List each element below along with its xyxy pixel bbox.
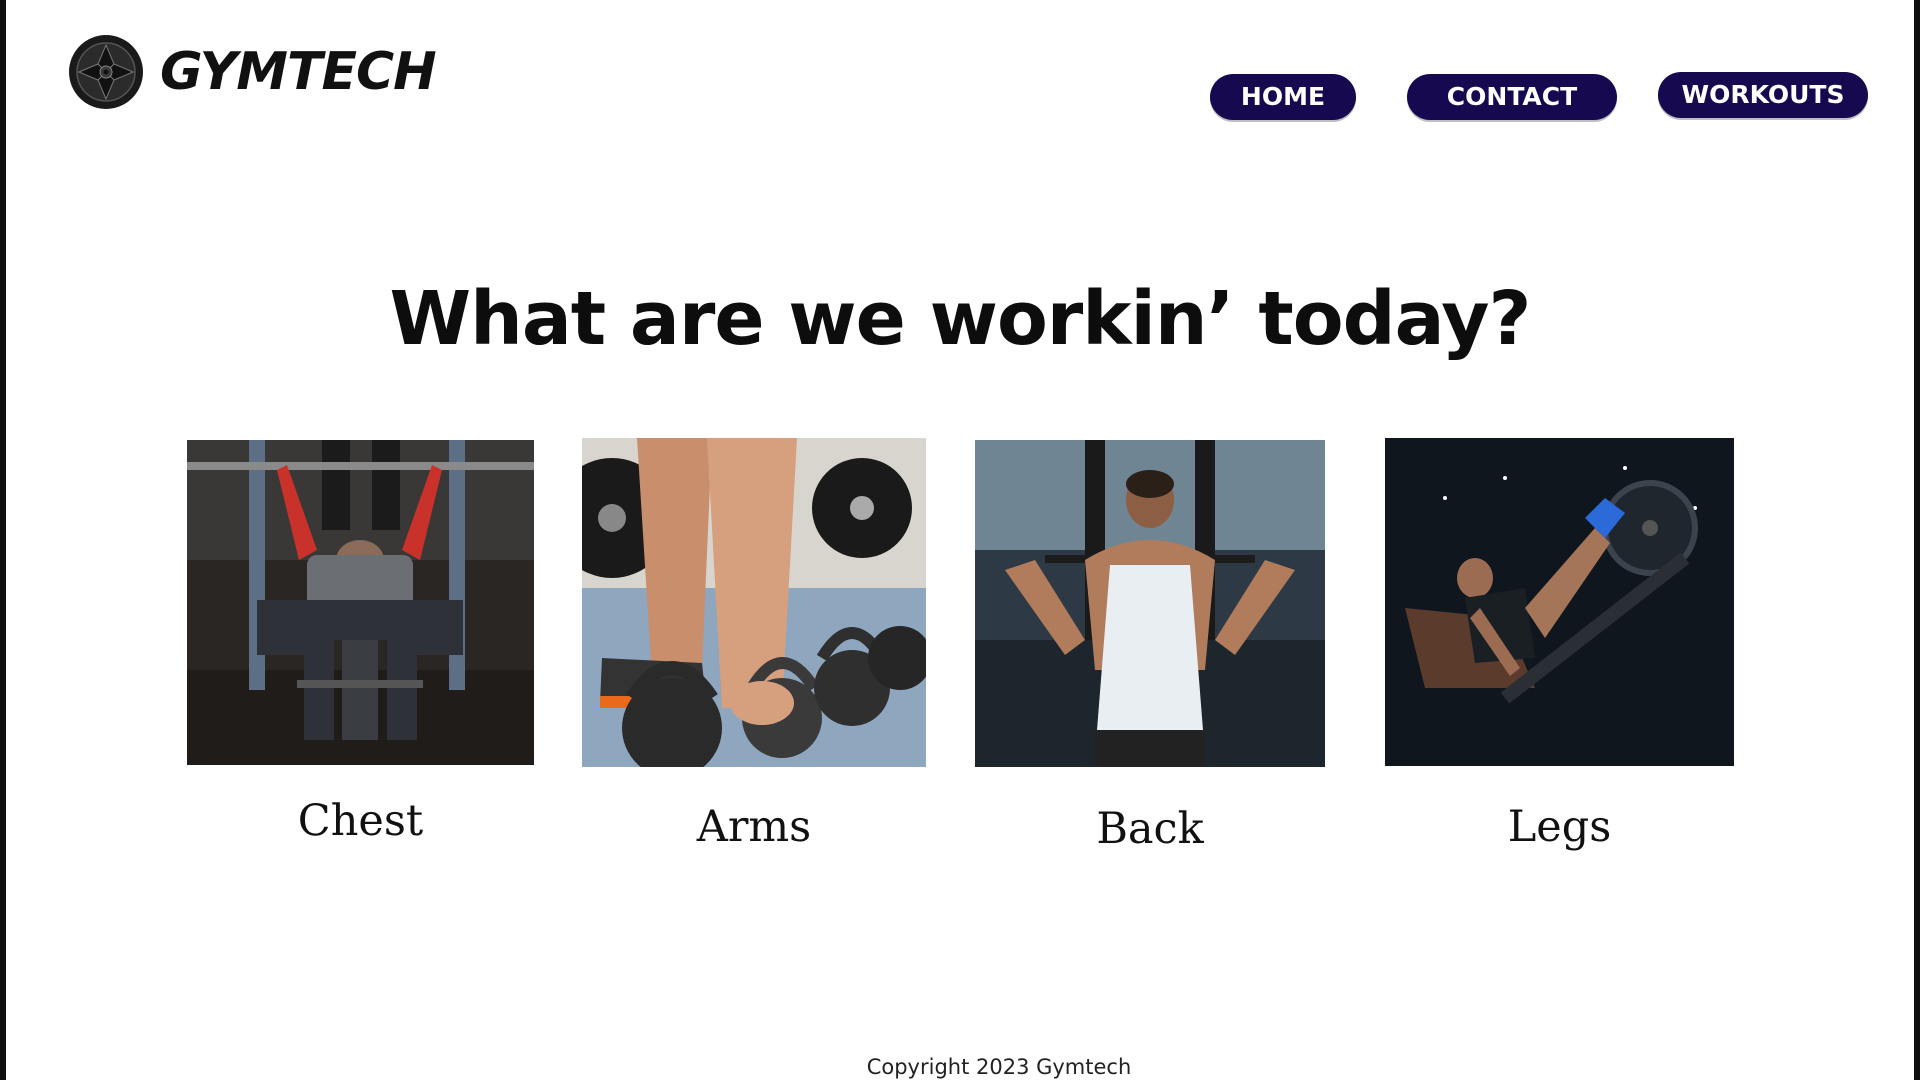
brand-name: GYMTECH bbox=[160, 42, 437, 102]
copyright-text: Copyright 2023 Gymtech bbox=[866, 1055, 1132, 1079]
bench-press-photo[interactable] bbox=[187, 440, 534, 765]
category-label-arms[interactable]: Arms bbox=[582, 806, 926, 849]
right-border bbox=[1914, 0, 1920, 1080]
lat-pulldown-photo[interactable] bbox=[975, 440, 1325, 767]
category-card-arms[interactable] bbox=[582, 438, 926, 848]
category-card-back[interactable] bbox=[975, 440, 1325, 850]
site-logo[interactable]: GYMTECH bbox=[68, 34, 437, 110]
category-label-back[interactable]: Back bbox=[975, 808, 1325, 851]
page-title: What are we workin’ today? bbox=[389, 276, 1532, 362]
category-label-legs[interactable]: Legs bbox=[1385, 806, 1734, 849]
kettlebell-photo[interactable] bbox=[582, 438, 926, 767]
left-border bbox=[0, 0, 6, 1080]
nav-workouts-button[interactable]: WORKOUTS bbox=[1658, 72, 1868, 118]
nav-home-button[interactable]: HOME bbox=[1210, 74, 1356, 120]
category-label-chest[interactable]: Chest bbox=[187, 800, 534, 843]
barbell-plate-icon bbox=[69, 35, 143, 109]
category-card-legs[interactable] bbox=[1385, 438, 1734, 848]
leg-press-photo[interactable] bbox=[1385, 438, 1734, 766]
category-card-chest[interactable] bbox=[187, 440, 534, 850]
nav-contact-button[interactable]: CONTACT bbox=[1407, 74, 1617, 120]
